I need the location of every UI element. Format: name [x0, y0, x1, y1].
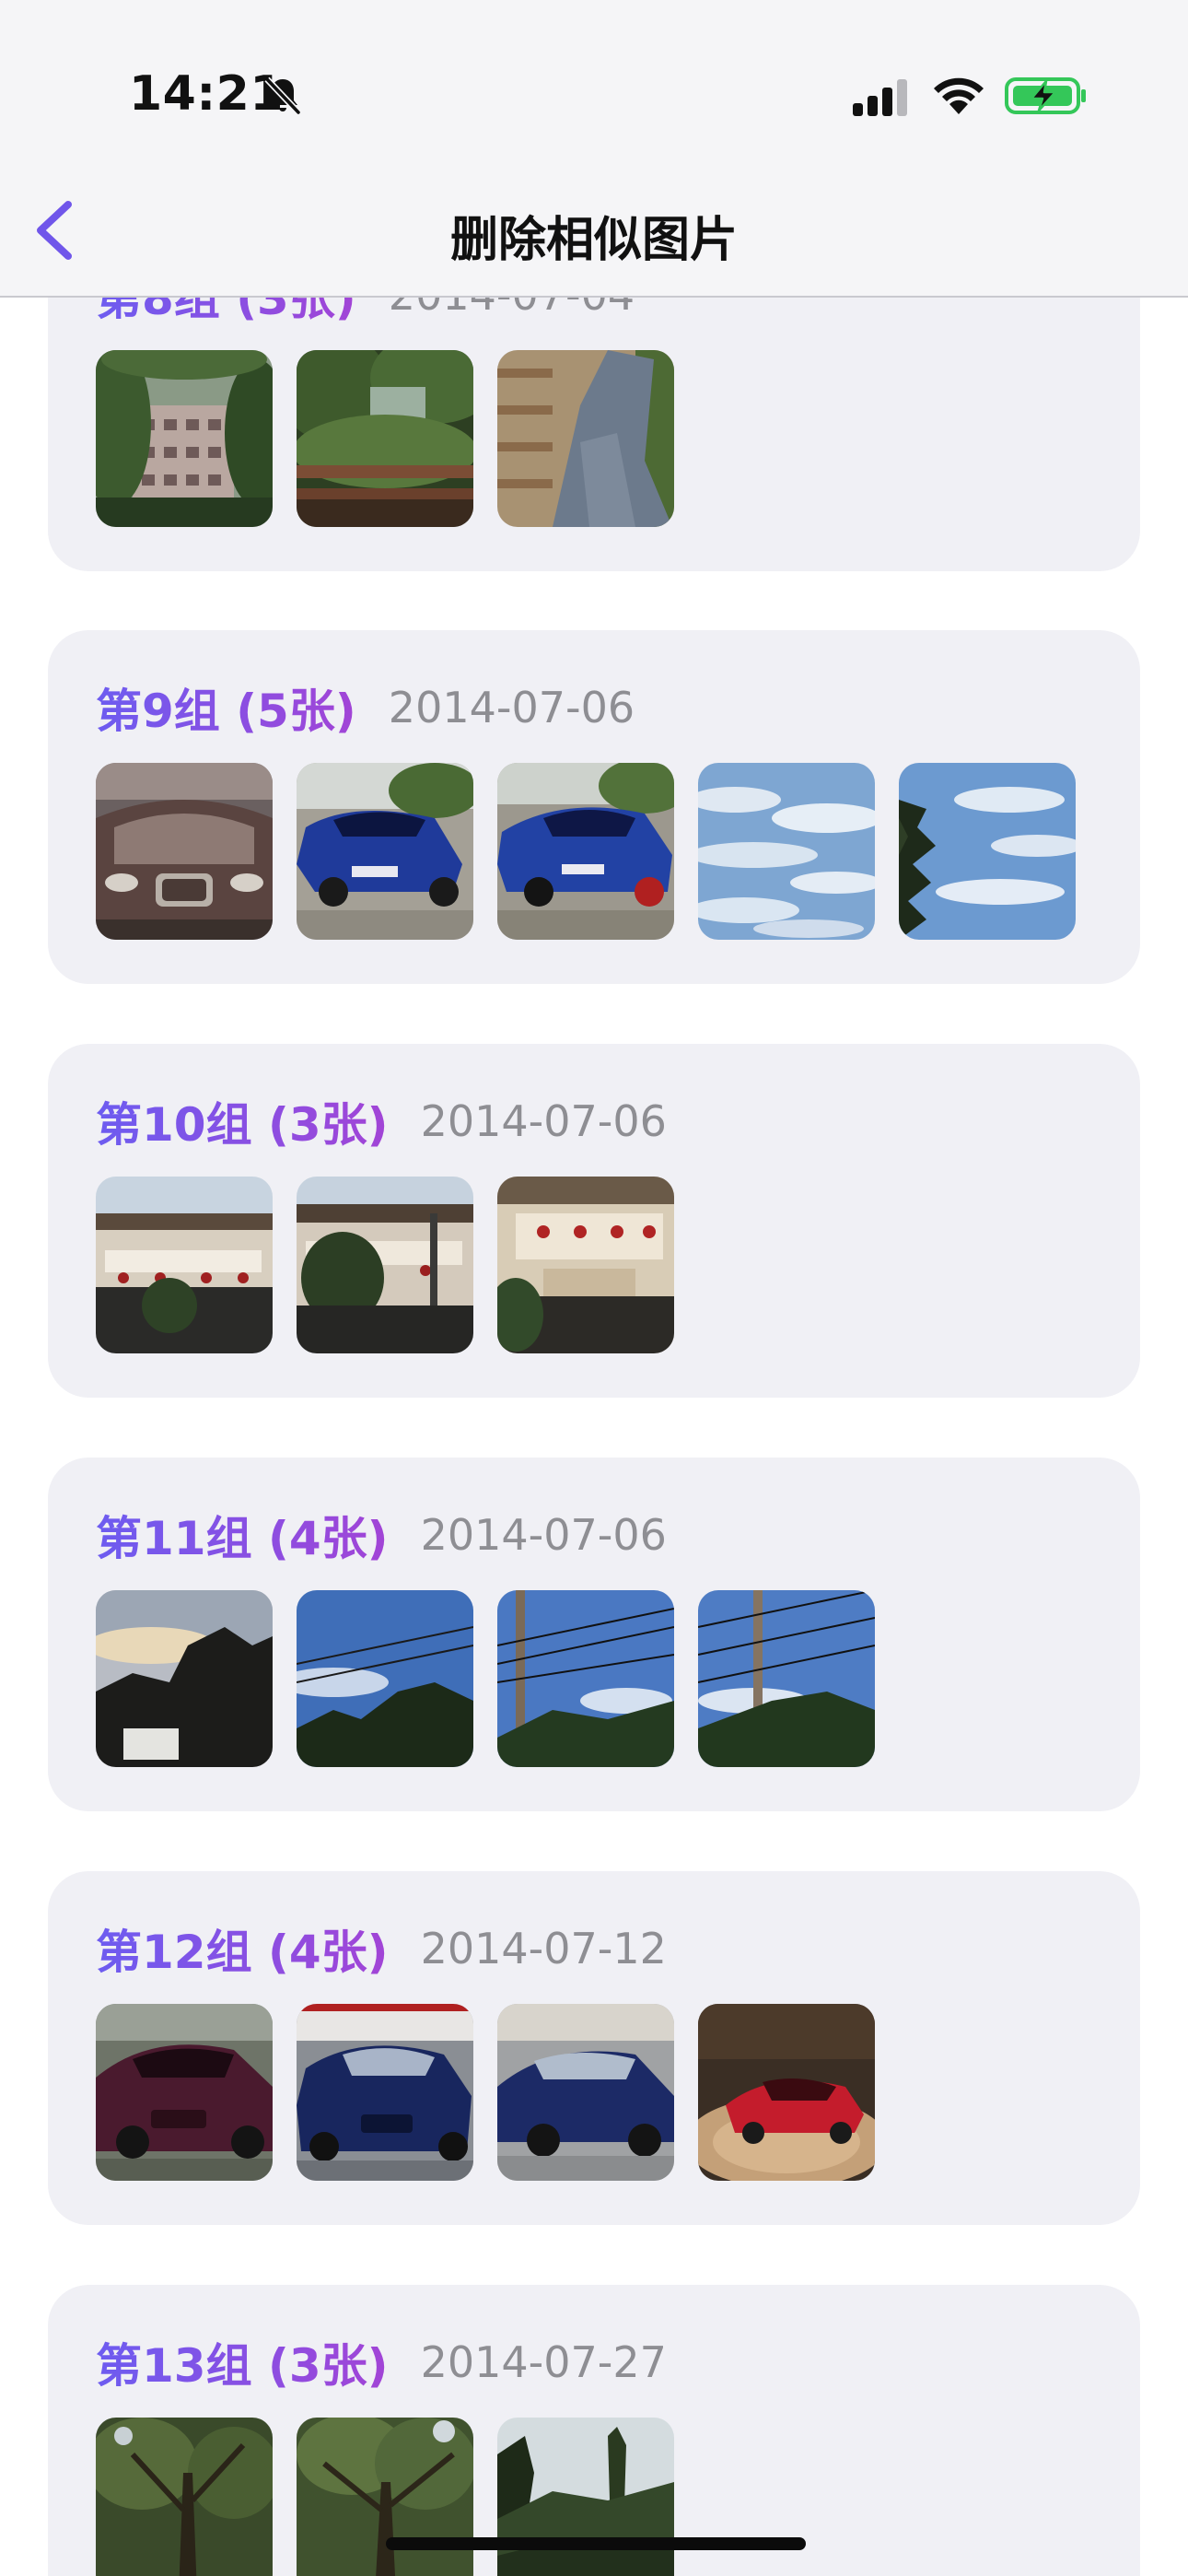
photo-thumbnail[interactable]: [497, 350, 674, 527]
group-label: 第11组 (4张): [96, 1502, 388, 1568]
blue-car-side-photo: [497, 763, 674, 940]
photo-thumbnail[interactable]: [96, 1590, 273, 1767]
page-title: 删除相似图片: [449, 213, 738, 268]
group-date: 2014-07-27: [420, 2337, 667, 2387]
restaurant-entrance-photo: [497, 1177, 674, 1353]
thumbnail-row: [96, 1590, 875, 1767]
home-indicator[interactable]: [386, 2537, 806, 2550]
photo-group-card[interactable]: 第10组 (3张) 2014-07-06: [48, 1044, 1140, 1398]
group-header: 第13组 (3张) 2014-07-27: [96, 2329, 667, 2393]
bell-slash-icon: [264, 76, 301, 115]
thumbnail-row: [96, 350, 674, 527]
utility-pole-photo: [497, 1590, 674, 1767]
thumbnail-row: [96, 763, 1076, 940]
group-header: 第10组 (3张) 2014-07-06: [96, 1088, 667, 1152]
sky-power-lines-photo: [297, 1590, 473, 1767]
photo-thumbnail[interactable]: [96, 2418, 273, 2576]
thumbnail-row: [96, 2418, 674, 2576]
wifi-icon: [934, 77, 984, 114]
restaurant-building-photo: [297, 1177, 473, 1353]
photo-thumbnail[interactable]: [297, 763, 473, 940]
similar-photo-groups-list[interactable]: 第8组 (3张) 2014-07-04: [0, 0, 1188, 2576]
group-header: 第11组 (4张) 2014-07-06: [96, 1502, 667, 1565]
photo-thumbnail[interactable]: [497, 1177, 674, 1353]
status-bar: 14:21: [0, 0, 1188, 175]
photo-thumbnail[interactable]: [297, 1590, 473, 1767]
photo-thumbnail[interactable]: [96, 2004, 273, 2181]
group-date: 2014-07-06: [420, 1096, 667, 1146]
sky-with-tree-photo: [899, 763, 1076, 940]
utility-pole-hills-photo: [698, 1590, 875, 1767]
photo-thumbnail[interactable]: [96, 350, 273, 527]
group-label: 第12组 (4张): [96, 1915, 388, 1982]
tree-canopy-photo: [297, 2418, 473, 2576]
wooden-railing-trees-photo: [297, 350, 473, 527]
thumbnail-row: [96, 1177, 674, 1353]
cellular-signal-icon: [853, 79, 907, 116]
photo-thumbnail[interactable]: [698, 2004, 875, 2181]
brown-jaguar-car-photo: [96, 763, 273, 940]
cloudy-sky-photo: [698, 763, 875, 940]
photo-thumbnail[interactable]: [497, 2004, 674, 2181]
photo-thumbnail[interactable]: [96, 763, 273, 940]
photo-thumbnail[interactable]: [497, 2418, 674, 2576]
group-date: 2014-07-06: [420, 1510, 667, 1560]
red-car-showroom-photo: [698, 2004, 875, 2181]
forest-hill-photo: [497, 2418, 674, 2576]
photo-thumbnail[interactable]: [297, 2004, 473, 2181]
photo-thumbnail[interactable]: [297, 350, 473, 527]
battery-charging-icon: [1005, 77, 1086, 114]
group-date: 2014-07-06: [388, 683, 635, 732]
navy-car-street-photo: [497, 2004, 674, 2181]
photo-thumbnail[interactable]: [497, 1590, 674, 1767]
photo-group-card[interactable]: 第12组 (4张) 2014-07-12: [48, 1871, 1140, 2225]
restaurant-building-photo: [96, 1177, 273, 1353]
navy-car-photo: [297, 2004, 473, 2181]
group-date: 2014-07-12: [420, 1924, 667, 1973]
thumbnail-row: [96, 2004, 875, 2181]
legs-on-bench-photo: [497, 350, 674, 527]
photo-group-card[interactable]: 第13组 (3张) 2014-07-27: [48, 2285, 1140, 2576]
photo-thumbnail[interactable]: [899, 763, 1076, 940]
group-label: 第10组 (3张): [96, 1088, 388, 1154]
blue-car-front-photo: [297, 763, 473, 940]
group-header: 第12组 (4张) 2014-07-12: [96, 1915, 667, 1979]
photo-thumbnail[interactable]: [96, 1177, 273, 1353]
building-trees-photo: [96, 350, 273, 527]
group-header: 第9组 (5张) 2014-07-06: [96, 674, 635, 738]
photo-thumbnail[interactable]: [497, 763, 674, 940]
group-label: 第13组 (3张): [96, 2329, 388, 2395]
tree-canopy-photo: [96, 2418, 273, 2576]
sunset-tree-silhouette-photo: [96, 1590, 273, 1767]
photo-group-card[interactable]: 第11组 (4张) 2014-07-06: [48, 1458, 1140, 1811]
photo-thumbnail[interactable]: [297, 1177, 473, 1353]
photo-thumbnail[interactable]: [698, 1590, 875, 1767]
maroon-car-photo: [96, 2004, 273, 2181]
screen: 删除相似图片 14:21 第8组 (3张) 第9组 (5张) 2014-07-0…: [0, 0, 1188, 2576]
photo-thumbnail[interactable]: [297, 2418, 473, 2576]
group-label: 第9组 (5张): [96, 674, 356, 741]
photo-thumbnail[interactable]: [698, 763, 875, 940]
photo-group-card[interactable]: 第9组 (5张) 2014-07-06: [48, 630, 1140, 984]
